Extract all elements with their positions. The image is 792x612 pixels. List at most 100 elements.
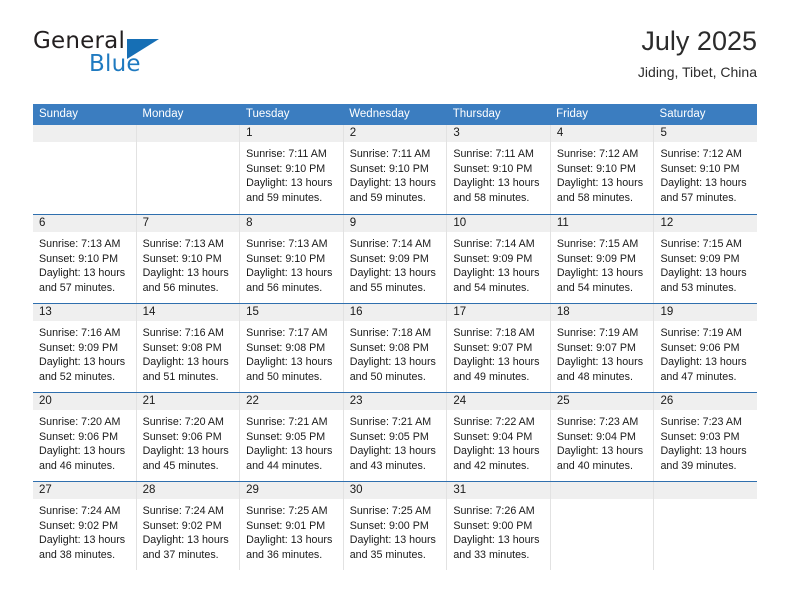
day-cell-1[interactable]: 1 Sunrise: 7:11 AM Sunset: 9:10 PM Daylight…: [240, 125, 344, 214]
sunset-text: Sunset: 9:10 PM: [39, 252, 119, 265]
sunrise-text: Sunrise: 7:14 AM: [453, 238, 535, 250]
day-number: 27: [33, 482, 136, 499]
sunrise-text: Sunrise: 7:11 AM: [349, 148, 431, 160]
day-number: 14: [136, 304, 240, 321]
sunset-text: Sunset: 9:08 PM: [142, 341, 222, 354]
day-details: Sunrise: 7:16 AM Sunset: 9:08 PM Daylight:…: [137, 321, 240, 384]
daylight-text: Daylight: 13 hours: [660, 445, 747, 458]
day-details: Sunrise: 7:21 AM Sunset: 9:05 PM Daylight:…: [344, 410, 447, 473]
day-cell-28[interactable]: 28 Sunrise: 7:24 AM Sunset: 9:02 PM Dayligh…: [136, 482, 241, 570]
day-cell-empty: [136, 125, 241, 214]
day-cell-12[interactable]: 12 Sunrise: 7:15 AM Sunset: 9:09 PM Dayligh…: [654, 215, 758, 303]
general-blue-logo[interactable]: General Blue: [33, 28, 273, 88]
sunset-text: Sunset: 9:08 PM: [246, 341, 326, 354]
daylight-text: Daylight: 13 hours: [142, 267, 229, 280]
day-cell-31[interactable]: 31 Sunrise: 7:26 AM Sunset: 9:00 PM Dayligh…: [447, 482, 551, 570]
daylight-text: Daylight: 13 hours: [453, 177, 540, 190]
sunset-text: Sunset: 9:05 PM: [246, 430, 326, 443]
day-number: 6: [33, 215, 136, 232]
sunrise-text: Sunrise: 7:12 AM: [660, 148, 742, 160]
sunrise-text: Sunrise: 7:15 AM: [660, 238, 742, 250]
day-cell-30[interactable]: 30 Sunrise: 7:25 AM Sunset: 9:00 PM Dayligh…: [343, 482, 448, 570]
day-cell-29[interactable]: 29 Sunrise: 7:25 AM Sunset: 9:01 PM Dayligh…: [240, 482, 344, 570]
day-cell-17[interactable]: 17 Sunrise: 7:18 AM Sunset: 9:07 PM Dayligh…: [447, 304, 551, 392]
daylight-text-cont: and 54 minutes.: [453, 281, 530, 294]
day-cell-20[interactable]: 20 Sunrise: 7:20 AM Sunset: 9:06 PM Dayligh…: [33, 393, 137, 481]
sunrise-text: Sunrise: 7:20 AM: [142, 416, 224, 428]
daylight-text-cont: and 50 minutes.: [349, 370, 426, 383]
day-number: 21: [136, 393, 240, 410]
day-cell-6[interactable]: 6 Sunrise: 7:13 AM Sunset: 9:10 PM Daylight…: [33, 215, 137, 303]
day-cell-14[interactable]: 14 Sunrise: 7:16 AM Sunset: 9:08 PM Dayligh…: [136, 304, 241, 392]
sunrise-text: Sunrise: 7:21 AM: [246, 416, 328, 428]
daylight-text-cont: and 46 minutes.: [39, 459, 116, 472]
sunrise-text: Sunrise: 7:26 AM: [453, 505, 535, 517]
day-cell-10[interactable]: 10 Sunrise: 7:14 AM Sunset: 9:09 PM Dayligh…: [447, 215, 551, 303]
day-number: 31: [447, 482, 550, 499]
sunset-text: Sunset: 9:09 PM: [39, 341, 119, 354]
day-cell-16[interactable]: 16 Sunrise: 7:18 AM Sunset: 9:08 PM Dayligh…: [343, 304, 448, 392]
day-cell-2[interactable]: 2 Sunrise: 7:11 AM Sunset: 9:10 PM Daylight…: [343, 125, 448, 214]
day-cell-4[interactable]: 4 Sunrise: 7:12 AM Sunset: 9:10 PM Daylight…: [550, 125, 655, 214]
daylight-text-cont: and 47 minutes.: [660, 370, 737, 383]
daylight-text-cont: and 51 minutes.: [142, 370, 219, 383]
day-number: 29: [240, 482, 343, 499]
day-cell-24[interactable]: 24 Sunrise: 7:22 AM Sunset: 9:04 PM Dayligh…: [447, 393, 551, 481]
day-details: Sunrise: 7:11 AM Sunset: 9:10 PM Daylight:…: [447, 142, 550, 205]
day-cell-18[interactable]: 18 Sunrise: 7:19 AM Sunset: 9:07 PM Dayligh…: [550, 304, 655, 392]
daylight-text-cont: and 49 minutes.: [453, 370, 530, 383]
day-details: [33, 142, 136, 147]
sunrise-text: Sunrise: 7:17 AM: [246, 327, 328, 339]
daylight-text: Daylight: 13 hours: [453, 267, 540, 280]
daylight-text-cont: and 50 minutes.: [246, 370, 323, 383]
day-cell-15[interactable]: 15 Sunrise: 7:17 AM Sunset: 9:08 PM Dayligh…: [240, 304, 344, 392]
sunrise-text: Sunrise: 7:13 AM: [142, 238, 224, 250]
daylight-text-cont: and 36 minutes.: [246, 548, 323, 561]
daylight-text-cont: and 35 minutes.: [349, 548, 426, 561]
daylight-text: Daylight: 13 hours: [142, 445, 229, 458]
calendar-week-row: 20 Sunrise: 7:20 AM Sunset: 9:06 PM Dayligh…: [33, 392, 758, 481]
daylight-text-cont: and 37 minutes.: [142, 548, 219, 561]
sunset-text: Sunset: 9:05 PM: [349, 430, 429, 443]
day-details: Sunrise: 7:21 AM Sunset: 9:05 PM Daylight:…: [240, 410, 343, 473]
day-number: 26: [654, 393, 758, 410]
page-title: July 2025: [641, 26, 757, 56]
sunset-text: Sunset: 9:04 PM: [556, 430, 636, 443]
sunset-text: Sunset: 9:10 PM: [349, 162, 429, 175]
page-header: General Blue July 2025 Jiding, Tibet, Ch…: [33, 26, 757, 96]
daylight-text: Daylight: 13 hours: [39, 534, 126, 547]
day-details: Sunrise: 7:11 AM Sunset: 9:10 PM Daylight:…: [344, 142, 447, 205]
sunset-text: Sunset: 9:03 PM: [660, 430, 740, 443]
day-cell-19[interactable]: 19 Sunrise: 7:19 AM Sunset: 9:06 PM Dayligh…: [654, 304, 758, 392]
day-number: 4: [550, 125, 654, 142]
day-cell-22[interactable]: 22 Sunrise: 7:21 AM Sunset: 9:05 PM Dayligh…: [240, 393, 344, 481]
day-cell-25[interactable]: 25 Sunrise: 7:23 AM Sunset: 9:04 PM Dayligh…: [550, 393, 655, 481]
day-number: 28: [136, 482, 240, 499]
day-details: Sunrise: 7:26 AM Sunset: 9:00 PM Daylight:…: [447, 499, 550, 562]
day-cell-3[interactable]: 3 Sunrise: 7:11 AM Sunset: 9:10 PM Daylight…: [447, 125, 551, 214]
day-cell-9[interactable]: 9 Sunrise: 7:14 AM Sunset: 9:09 PM Daylight…: [343, 215, 448, 303]
day-cell-13[interactable]: 13 Sunrise: 7:16 AM Sunset: 9:09 PM Dayligh…: [33, 304, 137, 392]
daylight-text: Daylight: 13 hours: [39, 356, 126, 369]
day-cell-26[interactable]: 26 Sunrise: 7:23 AM Sunset: 9:03 PM Dayligh…: [654, 393, 758, 481]
day-number: [550, 482, 654, 499]
day-cell-11[interactable]: 11 Sunrise: 7:15 AM Sunset: 9:09 PM Dayligh…: [550, 215, 655, 303]
day-cell-7[interactable]: 7 Sunrise: 7:13 AM Sunset: 9:10 PM Daylight…: [136, 215, 241, 303]
daylight-text: Daylight: 13 hours: [142, 534, 229, 547]
day-details: [654, 499, 757, 504]
day-cell-27[interactable]: 27 Sunrise: 7:24 AM Sunset: 9:02 PM Dayligh…: [33, 482, 137, 570]
daylight-text: Daylight: 13 hours: [246, 356, 333, 369]
day-cell-23[interactable]: 23 Sunrise: 7:21 AM Sunset: 9:05 PM Dayligh…: [343, 393, 448, 481]
daylight-text-cont: and 52 minutes.: [39, 370, 116, 383]
daylight-text-cont: and 45 minutes.: [142, 459, 219, 472]
sunrise-text: Sunrise: 7:20 AM: [39, 416, 121, 428]
daylight-text-cont: and 33 minutes.: [453, 548, 530, 561]
day-cell-5[interactable]: 5 Sunrise: 7:12 AM Sunset: 9:10 PM Daylight…: [654, 125, 758, 214]
day-cell-21[interactable]: 21 Sunrise: 7:20 AM Sunset: 9:06 PM Dayligh…: [136, 393, 241, 481]
day-cell-8[interactable]: 8 Sunrise: 7:13 AM Sunset: 9:10 PM Daylight…: [240, 215, 344, 303]
day-details: Sunrise: 7:24 AM Sunset: 9:02 PM Daylight:…: [137, 499, 240, 562]
sunrise-text: Sunrise: 7:24 AM: [142, 505, 224, 517]
day-details: Sunrise: 7:13 AM Sunset: 9:10 PM Daylight:…: [137, 232, 240, 295]
daylight-text-cont: and 58 minutes.: [556, 191, 633, 204]
daylight-text-cont: and 56 minutes.: [246, 281, 323, 294]
